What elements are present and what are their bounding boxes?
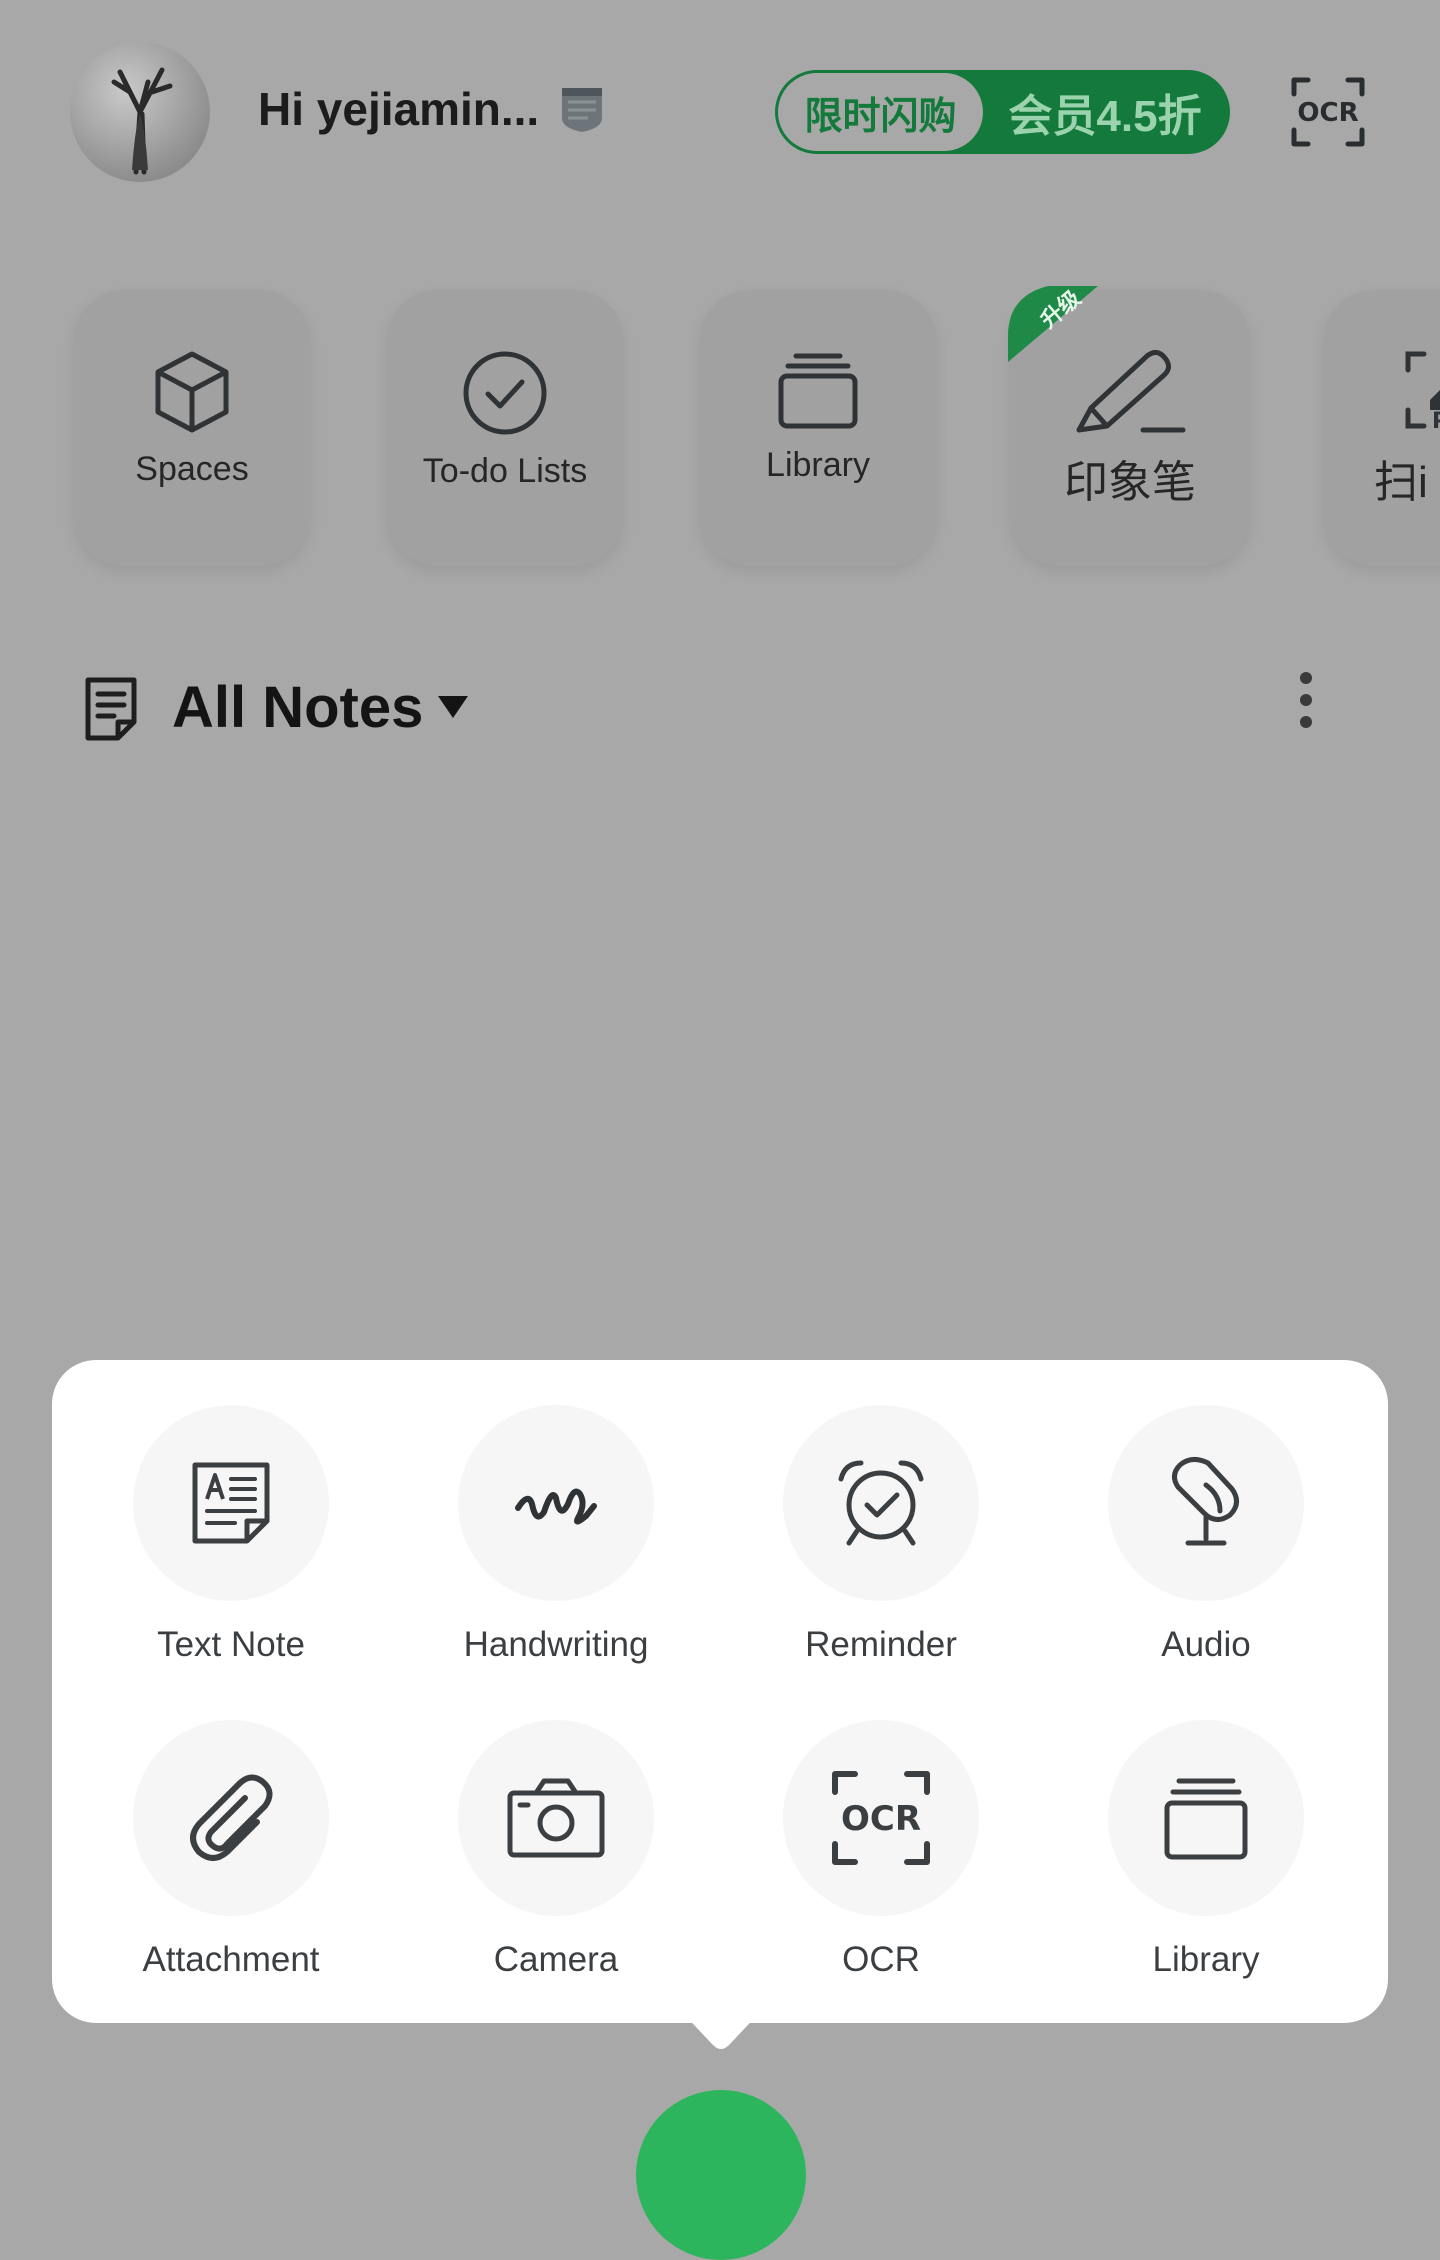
shortcut-label: Library: [766, 446, 870, 484]
create-item-label: Handwriting: [463, 1625, 649, 1664]
shortcut-scan[interactable]: PI 扫i: [1324, 290, 1440, 566]
promo-discount: 会员4.5折: [1008, 92, 1202, 141]
popup-pointer: [680, 2010, 762, 2070]
microphone-icon: [1172, 1457, 1239, 1546]
create-item-label: Reminder: [805, 1625, 957, 1664]
check-circle-icon: [463, 351, 547, 435]
ocr-icon-text: OCR: [841, 1799, 921, 1839]
create-audio[interactable]: Audio: [1086, 1405, 1326, 1665]
ocr-icon-text: OCR: [1297, 98, 1358, 128]
shortcut-label: Spaces: [135, 450, 249, 488]
upgrade-badge: 升级: [1008, 285, 1098, 362]
create-text-note[interactable]: Text Note: [111, 1405, 351, 1665]
pocket-icon[interactable]: [558, 84, 606, 134]
handwriting-icon: [515, 1488, 597, 1525]
camera-icon: [507, 1778, 605, 1858]
create-item-label: Camera: [493, 1940, 619, 1979]
text-note-icon: [192, 1462, 270, 1544]
svg-text:PI: PI: [1432, 409, 1440, 434]
stack-icon: [778, 353, 858, 429]
create-attachment[interactable]: Attachment: [111, 1720, 351, 1980]
more-options-icon[interactable]: [1296, 672, 1316, 730]
scan-pdf-icon: PI: [1405, 351, 1440, 434]
create-handwriting[interactable]: Handwriting: [436, 1405, 676, 1665]
shortcut-label: To-do Lists: [422, 452, 588, 490]
ocr-scan-icon[interactable]: OCR: [1290, 74, 1366, 150]
create-library[interactable]: Library: [1086, 1720, 1326, 1980]
pen-icon: [1076, 350, 1186, 433]
greeting-text[interactable]: Hi yejiamin...: [258, 82, 539, 136]
create-item-label: Audio: [1161, 1625, 1251, 1664]
create-reminder[interactable]: Reminder: [761, 1405, 1001, 1665]
notes-list-icon: [84, 676, 140, 742]
create-item-label: Text Note: [157, 1625, 305, 1664]
create-item-label: Attachment: [142, 1940, 320, 1979]
new-note-fab[interactable]: [636, 2090, 806, 2260]
shortcut-todo-lists[interactable]: To-do Lists: [387, 290, 623, 566]
promo-badge[interactable]: 限时闪购 会员4.5折: [775, 70, 1230, 154]
create-item-label: Library: [1152, 1940, 1260, 1979]
paperclip-icon: [190, 1774, 273, 1861]
cube-icon: [155, 351, 229, 433]
alarm-clock-icon: [838, 1460, 924, 1546]
create-item-label: OCR: [842, 1940, 920, 1979]
promo-flash-sale: 限时闪购: [778, 73, 983, 151]
ocr-icon: OCR: [832, 1771, 930, 1865]
chevron-down-icon[interactable]: [438, 696, 468, 718]
create-ocr[interactable]: OCR OCR: [761, 1720, 1001, 1980]
shortcut-label: 扫i: [1374, 458, 1428, 507]
notes-title[interactable]: All Notes: [172, 674, 423, 741]
shortcut-spaces[interactable]: Spaces: [74, 290, 310, 566]
tree-avatar-image: [111, 67, 173, 175]
avatar[interactable]: [70, 42, 210, 182]
stack-icon: [1164, 1778, 1248, 1860]
shortcut-label: 印象笔: [1064, 458, 1196, 507]
shortcut-library[interactable]: Library: [700, 290, 936, 566]
create-camera[interactable]: Camera: [436, 1720, 676, 1980]
